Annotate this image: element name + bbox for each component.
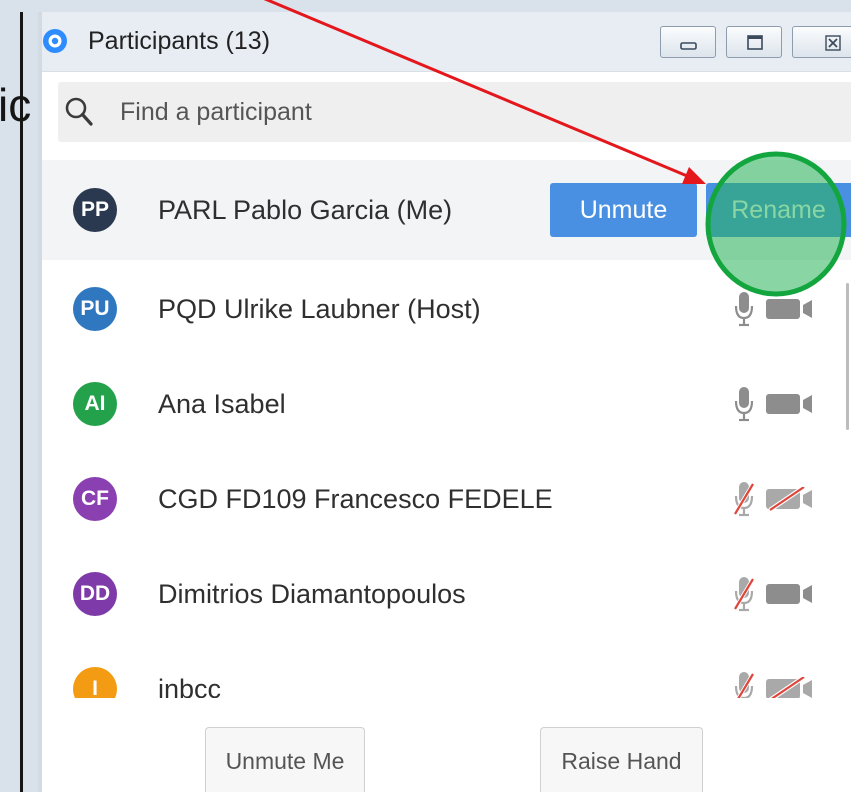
avatar: CF xyxy=(73,477,117,521)
background-text-fragment: ic xyxy=(0,79,32,131)
maximize-icon xyxy=(747,35,763,50)
participant-row[interactable]: DD Dimitrios Diamantopoulos xyxy=(42,547,851,642)
video-off-icon xyxy=(766,485,816,512)
search-icon xyxy=(65,97,93,126)
minimize-button[interactable] xyxy=(660,26,716,58)
participant-row[interactable]: I inbcc xyxy=(42,642,851,698)
raise-hand-button[interactable]: Raise Hand xyxy=(540,727,703,792)
participant-name: Ana Isabel xyxy=(158,389,286,419)
participant-row[interactable]: CF CGD FD109 Francesco FEDELE xyxy=(42,452,851,547)
close-icon xyxy=(825,35,841,51)
close-button[interactable] xyxy=(792,26,851,58)
video-icon xyxy=(766,297,816,321)
participant-row[interactable]: PU PQD Ulrike Laubner (Host) xyxy=(42,262,851,357)
avatar: PU xyxy=(73,287,117,331)
window-title: Participants (13) xyxy=(88,27,271,55)
search-box[interactable] xyxy=(58,82,851,142)
avatar: PP xyxy=(73,188,117,232)
search-input[interactable] xyxy=(120,82,820,142)
minimize-icon xyxy=(680,42,697,50)
mic-muted-icon xyxy=(733,481,755,517)
mic-muted-icon xyxy=(733,576,755,612)
mic-icon xyxy=(734,386,754,422)
participant-name: Dimitrios Diamantopoulos xyxy=(158,579,466,609)
participant-row-self[interactable]: PP PARL Pablo Garcia (Me) Unmute Rename xyxy=(42,160,851,260)
participant-row[interactable]: AI Ana Isabel xyxy=(42,357,851,452)
avatar: DD xyxy=(73,572,117,616)
mic-muted-icon xyxy=(734,671,755,698)
video-off-icon xyxy=(766,675,816,698)
title-bar[interactable]: Participants (13) xyxy=(42,12,851,72)
participant-name: PARL Pablo Garcia (Me) xyxy=(158,195,453,225)
mic-icon xyxy=(734,291,754,327)
participant-name: CGD FD109 Francesco FEDELE xyxy=(158,484,553,514)
maximize-button[interactable] xyxy=(726,26,782,58)
scrollbar-thumb[interactable] xyxy=(846,283,849,430)
avatar: AI xyxy=(73,382,117,426)
avatar: I xyxy=(73,667,117,698)
participant-list[interactable]: PP PARL Pablo Garcia (Me) Unmute Rename … xyxy=(42,160,851,698)
participant-name: inbcc xyxy=(158,674,222,698)
zoom-logo-icon xyxy=(43,29,67,53)
unmute-me-button[interactable]: Unmute Me xyxy=(205,727,365,792)
unmute-button[interactable]: Unmute xyxy=(550,183,697,237)
participants-window: Participants (13) P xyxy=(38,12,851,792)
video-icon xyxy=(766,392,816,416)
video-icon xyxy=(766,582,816,606)
rename-button[interactable]: Rename xyxy=(706,183,851,237)
participant-name: PQD Ulrike Laubner (Host) xyxy=(158,294,481,324)
